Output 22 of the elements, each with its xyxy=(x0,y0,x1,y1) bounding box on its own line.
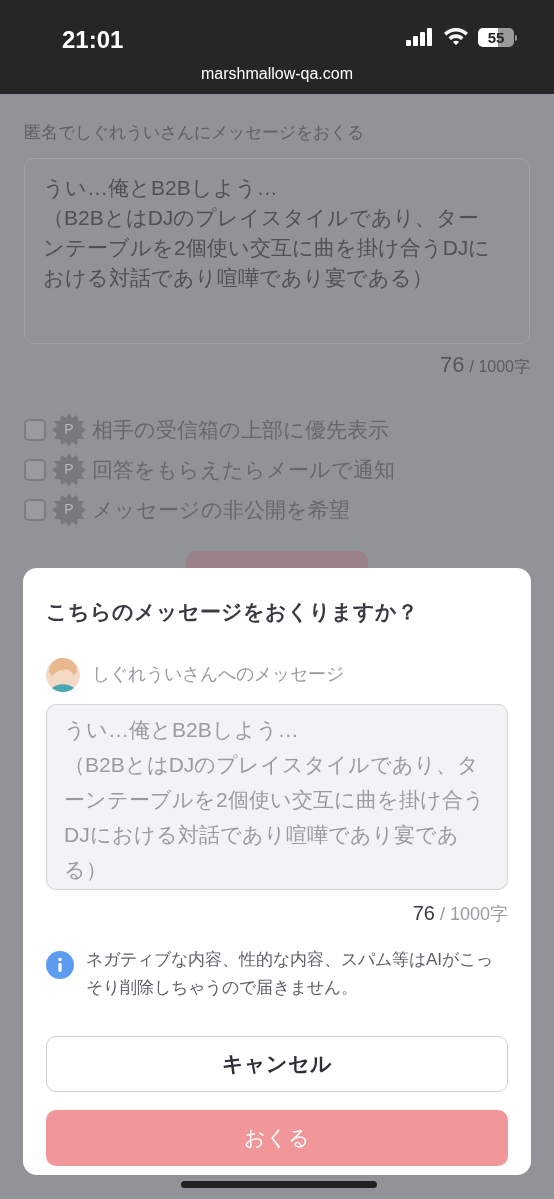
char-count: 76 xyxy=(440,350,465,379)
premium-badge: P xyxy=(52,412,86,447)
premium-badge: P xyxy=(52,492,86,527)
url-text[interactable]: marshmallow-qa.com xyxy=(0,62,554,86)
cancel-button[interactable]: キャンセル xyxy=(46,1035,508,1092)
checkbox[interactable] xyxy=(24,458,46,481)
battery-indicator: 55 xyxy=(478,28,514,47)
char-count: 76 xyxy=(412,900,435,926)
message-preview: うい…俺とB2Bしよう… （B2BとはDJのプレイスタイルであり、ターンテーブルを2個使い交互に曲を掛け合うDJにおける対話であり喧嘩であり宴である） xyxy=(46,703,508,890)
clock: 21:01 xyxy=(62,25,124,55)
recipient-label: しぐれういさんへのメッセージ xyxy=(92,663,344,686)
info-icon xyxy=(46,950,74,979)
dialog-title: こちらのメッセージをおくりますか？ xyxy=(46,599,419,625)
signal-icon xyxy=(406,28,434,46)
avatar xyxy=(46,657,80,692)
char-limit: / 1000字 xyxy=(469,356,530,377)
wifi-icon xyxy=(443,27,469,46)
notice-text: ネガティブな内容、性的な内容、スパム等はAIがこっそり削除しちゃうので届きません。 xyxy=(86,948,495,999)
checkbox[interactable] xyxy=(24,418,46,441)
checkbox[interactable] xyxy=(24,498,46,521)
premium-badge: P xyxy=(52,452,86,487)
char-limit: / 1000字 xyxy=(439,902,508,926)
